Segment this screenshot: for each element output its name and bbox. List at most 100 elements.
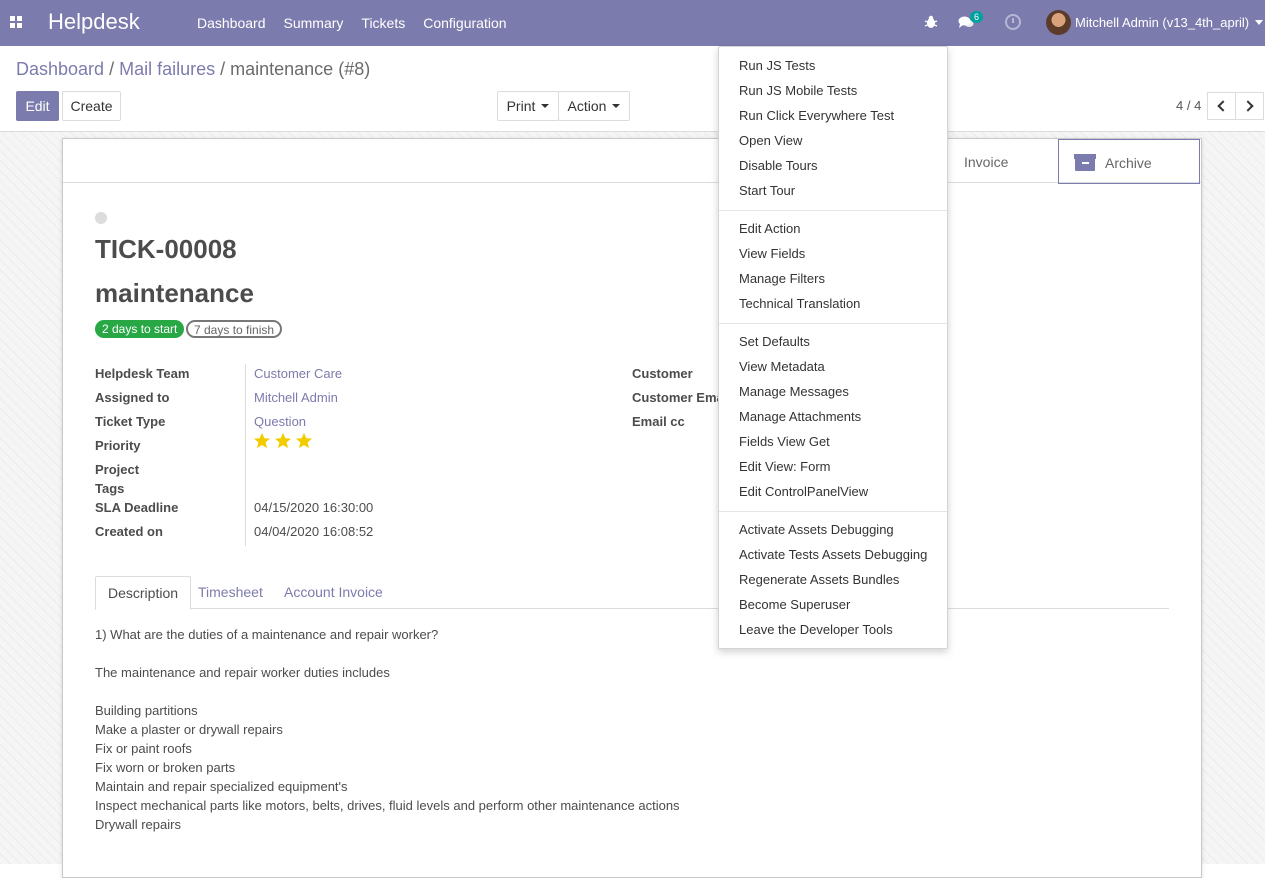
top-navbar: Helpdesk Dashboard Summary Tickets Confi… xyxy=(0,0,1265,46)
menu-dashboard[interactable]: Dashboard xyxy=(188,0,275,46)
field-label-customer-email: Customer Ema xyxy=(632,390,724,405)
debug-item-edit-view-form[interactable]: Edit View: Form xyxy=(739,459,831,474)
notebook-tabs: Description Timesheet Account Invoice xyxy=(95,576,1169,610)
debug-item-view-metadata[interactable]: View Metadata xyxy=(739,359,825,374)
debug-item-technical-translation[interactable]: Technical Translation xyxy=(739,296,860,311)
menu-summary[interactable]: Summary xyxy=(275,0,353,46)
days-to-start-badge: 2 days to start xyxy=(95,320,185,338)
ticket-reference: TICK-00008 xyxy=(95,234,237,264)
debug-item-open-view[interactable]: Open View xyxy=(739,133,802,148)
debug-item-edit-action[interactable]: Edit Action xyxy=(739,221,800,236)
menu-divider xyxy=(719,511,947,512)
messages-count-badge: 6 xyxy=(970,11,984,23)
pager-next-button[interactable] xyxy=(1235,92,1264,120)
description-line: 1) What are the duties of a maintenance … xyxy=(95,627,439,642)
description-line: Building partitions xyxy=(95,703,198,718)
apps-menu-icon[interactable] xyxy=(10,16,22,28)
print-dropdown[interactable]: Print xyxy=(497,91,559,121)
app-brand[interactable]: Helpdesk xyxy=(48,9,140,35)
chevron-right-icon xyxy=(1242,100,1254,112)
action-label: Action xyxy=(567,98,607,114)
menu-divider xyxy=(719,323,947,324)
caret-down-icon xyxy=(541,104,550,108)
debug-item-run-click-everywhere[interactable]: Run Click Everywhere Test xyxy=(739,108,894,123)
description-line: Maintain and repair specialized equipmen… xyxy=(95,779,348,794)
breadcrumb-separator: / xyxy=(220,59,226,79)
field-value-created-on[interactable]: 04/04/2020 16:08:52 xyxy=(254,524,373,539)
field-value-assigned-to[interactable]: Mitchell Admin xyxy=(254,390,338,405)
debug-item-view-fields[interactable]: View Fields xyxy=(739,246,805,261)
edit-button[interactable]: Edit xyxy=(16,91,59,121)
main-menu: Dashboard Summary Tickets Configuration xyxy=(188,0,516,46)
days-to-finish-badge: 7 days to finish xyxy=(186,320,283,338)
pager-previous-button[interactable] xyxy=(1207,92,1236,120)
debug-item-manage-messages[interactable]: Manage Messages xyxy=(739,384,849,399)
field-label-tags: Tags xyxy=(95,481,125,496)
debug-item-run-js-tests[interactable]: Run JS Tests xyxy=(739,58,815,73)
description-line: Drywall repairs xyxy=(95,817,181,832)
kanban-state-indicator[interactable] xyxy=(95,212,107,224)
user-avatar[interactable] xyxy=(1046,10,1071,35)
debug-item-become-superuser[interactable]: Become Superuser xyxy=(739,597,850,612)
menu-tickets[interactable]: Tickets xyxy=(352,0,414,46)
archive-smart-button[interactable]: Archive xyxy=(1058,139,1200,184)
tab-account-invoice[interactable]: Account Invoice xyxy=(272,576,395,609)
star-icon[interactable] xyxy=(253,432,271,450)
action-dropdown[interactable]: Action xyxy=(558,91,630,121)
field-label-customer: Customer xyxy=(632,366,693,381)
caret-down-icon[interactable] xyxy=(1255,20,1263,25)
debug-bug-icon[interactable] xyxy=(924,15,938,29)
description-line: Fix or paint roofs xyxy=(95,741,192,756)
print-label: Print xyxy=(506,98,536,114)
field-label-ticket-type: Ticket Type xyxy=(95,414,166,429)
ticket-title: maintenance xyxy=(95,278,254,308)
field-label-assigned-to: Assigned to xyxy=(95,390,170,405)
caret-down-icon xyxy=(612,104,621,108)
breadcrumb-mail-failures[interactable]: Mail failures xyxy=(119,59,215,79)
field-label-created-on: Created on xyxy=(95,524,163,539)
description-line: Fix worn or broken parts xyxy=(95,760,236,775)
field-label-helpdesk-team: Helpdesk Team xyxy=(95,366,190,381)
field-value-ticket-type[interactable]: Question xyxy=(254,414,306,429)
tab-timesheet[interactable]: Timesheet xyxy=(186,576,275,609)
menu-configuration[interactable]: Configuration xyxy=(414,0,515,46)
description-line: Inspect mechanical parts like motors, be… xyxy=(95,798,680,813)
debug-menu-dropdown: Run JS Tests Run JS Mobile Tests Run Cli… xyxy=(718,46,948,649)
star-icon[interactable] xyxy=(274,432,292,450)
debug-item-start-tour[interactable]: Start Tour xyxy=(739,183,795,198)
field-label-priority: Priority xyxy=(95,438,141,453)
debug-item-activate-tests-assets-debugging[interactable]: Activate Tests Assets Debugging xyxy=(739,547,927,562)
tab-description[interactable]: Description xyxy=(95,576,192,610)
field-label-sla-deadline: SLA Deadline xyxy=(95,500,179,515)
debug-item-edit-controlpanelview[interactable]: Edit ControlPanelView xyxy=(739,484,868,499)
invoice-label: Invoice xyxy=(964,154,1009,170)
field-label-project: Project xyxy=(95,462,140,477)
breadcrumb: Dashboard / Mail failures / maintenance (#8) xyxy=(16,59,370,80)
smart-button-box: Invoice Archive xyxy=(63,139,1201,184)
debug-item-regenerate-assets-bundles[interactable]: Regenerate Assets Bundles xyxy=(739,572,899,587)
debug-item-set-defaults[interactable]: Set Defaults xyxy=(739,334,810,349)
field-value-sla-deadline[interactable]: 04/15/2020 16:30:00 xyxy=(254,500,373,515)
field-divider xyxy=(245,364,246,546)
breadcrumb-current: maintenance (#8) xyxy=(230,59,371,79)
breadcrumb-separator: / xyxy=(109,59,115,79)
create-button[interactable]: Create xyxy=(62,91,121,121)
debug-item-manage-attachments[interactable]: Manage Attachments xyxy=(739,409,861,424)
activity-clock-icon[interactable] xyxy=(1005,14,1021,30)
debug-item-manage-filters[interactable]: Manage Filters xyxy=(739,271,825,286)
debug-item-leave-developer-tools[interactable]: Leave the Developer Tools xyxy=(739,622,893,637)
chevron-left-icon xyxy=(1217,100,1229,112)
user-menu[interactable]: Mitchell Admin (v13_4th_april) xyxy=(1075,15,1249,30)
star-icon[interactable] xyxy=(295,432,313,450)
breadcrumb-dashboard[interactable]: Dashboard xyxy=(16,59,104,79)
description-line: Make a plaster or drywall repairs xyxy=(95,722,283,737)
archive-label: Archive xyxy=(1105,155,1152,171)
menu-divider xyxy=(719,210,947,211)
debug-item-run-js-mobile-tests[interactable]: Run JS Mobile Tests xyxy=(739,83,857,98)
field-value-helpdesk-team[interactable]: Customer Care xyxy=(254,366,342,381)
pager-value[interactable]: 4 / 4 xyxy=(1176,98,1201,113)
archive-icon xyxy=(1074,154,1096,171)
debug-item-activate-assets-debugging[interactable]: Activate Assets Debugging xyxy=(739,522,894,537)
debug-item-fields-view-get[interactable]: Fields View Get xyxy=(739,434,830,449)
debug-item-disable-tours[interactable]: Disable Tours xyxy=(739,158,818,173)
